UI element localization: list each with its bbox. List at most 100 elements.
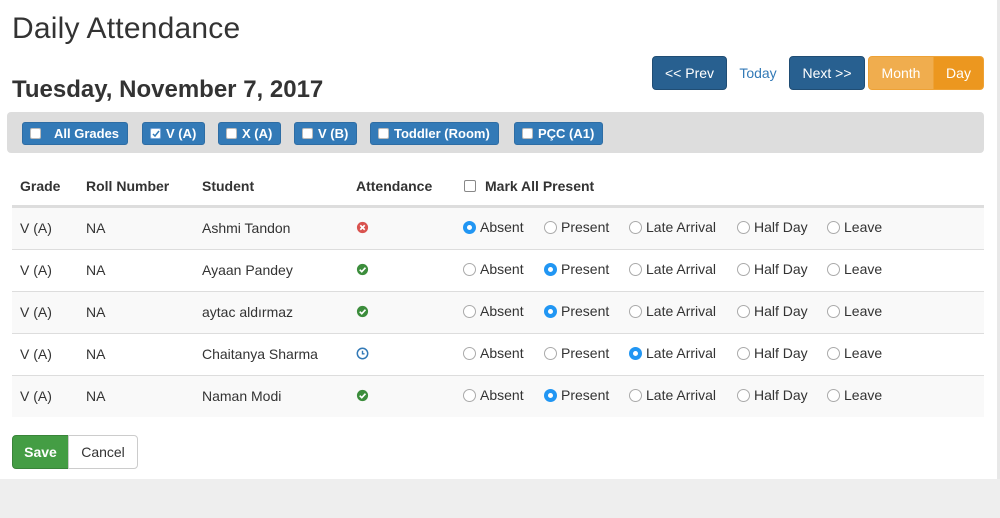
cell-grade: V (A) [20,262,52,278]
cell-grade: V (A) [20,304,52,320]
radio-label: Leave [844,303,883,319]
radio-button-icon[interactable] [737,346,750,360]
mark-all-label: Mark All Present [485,178,595,194]
save-button[interactable]: Save [12,435,69,469]
radio-button-icon[interactable] [629,304,642,318]
radio-late-arrival[interactable]: Late Arrival [629,387,716,403]
filter-v-a[interactable]: V (A) [142,122,206,145]
filter-label: PÇC (A1) [538,126,595,141]
checkbox-icon[interactable] [378,128,389,139]
radio-leave[interactable]: Leave [827,303,882,319]
radio-button-icon[interactable] [629,262,642,276]
cell-roll-number: NA [86,388,106,404]
radio-button-icon[interactable] [737,388,750,402]
radio-half-day[interactable]: Half Day [737,345,808,361]
radio-present[interactable]: Present [544,219,609,235]
radio-half-day[interactable]: Half Day [737,219,808,235]
filter-x-a[interactable]: X (A) [218,122,282,145]
header-grade: Grade [20,178,61,194]
radio-half-day[interactable]: Half Day [737,303,808,319]
month-view-button[interactable]: Month [868,56,934,90]
radio-button-icon[interactable] [463,346,476,360]
radio-label: Leave [844,387,883,403]
radio-label: Absent [480,261,524,277]
cell-student: Ayaan Pandey [202,262,293,278]
radio-button-icon[interactable] [827,388,840,402]
radio-label: Half Day [754,387,808,403]
radio-button-icon[interactable] [827,262,840,276]
radio-button-icon[interactable] [463,220,476,234]
cell-student: Chaitanya Sharma [202,346,318,362]
clock-icon [356,347,369,360]
today-button[interactable]: Today [730,56,786,90]
radio-half-day[interactable]: Half Day [737,387,808,403]
checkbox-icon[interactable] [226,128,237,139]
radio-leave[interactable]: Leave [827,261,882,277]
cancel-button[interactable]: Cancel [68,435,138,469]
filter-toddler-room[interactable]: Toddler (Room) [370,122,499,145]
filter-v-b[interactable]: V (B) [294,122,358,145]
table-row: V (A) NA aytac aldırmaz Absent Present Late A… [12,291,984,333]
radio-absent[interactable]: Absent [463,219,524,235]
checkbox-icon[interactable] [150,128,161,139]
cell-grade: V (A) [20,388,52,404]
radio-button-icon[interactable] [544,304,557,318]
radio-late-arrival[interactable]: Late Arrival [629,303,716,319]
prev-button[interactable]: << Prev [652,56,727,90]
day-view-button[interactable]: Day [934,56,984,90]
radio-label: Absent [480,219,524,235]
radio-leave[interactable]: Leave [827,219,882,235]
radio-late-arrival[interactable]: Late Arrival [629,219,716,235]
mark-all-checkbox[interactable] [464,180,476,192]
radio-button-icon[interactable] [737,220,750,234]
radio-late-arrival[interactable]: Late Arrival [629,345,716,361]
radio-label: Late Arrival [646,261,717,277]
cell-roll-number: NA [86,220,106,236]
radio-button-icon[interactable] [827,220,840,234]
view-toggle: Month Day [868,56,984,90]
checkbox-icon[interactable] [30,128,41,139]
filter-all-grades[interactable]: All Grades [22,122,129,145]
radio-present[interactable]: Present [544,303,609,319]
radio-absent[interactable]: Absent [463,303,524,319]
radio-present[interactable]: Present [544,261,609,277]
attendance-table: Grade Roll Number Student Attendance Mar… [12,166,984,417]
date-heading: Tuesday, November 7, 2017 [12,76,324,103]
radio-button-icon[interactable] [463,262,476,276]
check-circle-icon [356,389,369,402]
radio-button-icon[interactable] [629,220,642,234]
radio-button-icon[interactable] [629,346,642,360]
checkbox-icon[interactable] [302,128,313,139]
radio-button-icon[interactable] [463,388,476,402]
filter-pcc-a1[interactable]: PÇC (A1) [514,122,604,145]
radio-absent[interactable]: Absent [463,261,524,277]
radio-button-icon[interactable] [827,346,840,360]
radio-absent[interactable]: Absent [463,387,524,403]
next-button[interactable]: Next >> [789,56,865,90]
radio-label: Present [561,387,610,403]
radio-label: Late Arrival [646,303,717,319]
radio-button-icon[interactable] [629,388,642,402]
filter-label: X (A) [242,126,273,141]
radio-present[interactable]: Present [544,345,609,361]
radio-button-icon[interactable] [544,346,557,360]
radio-button-icon[interactable] [737,304,750,318]
radio-button-icon[interactable] [544,262,557,276]
mark-all-present[interactable]: Mark All Present [464,178,594,194]
radio-absent[interactable]: Absent [463,345,524,361]
radio-button-icon[interactable] [544,220,557,234]
radio-present[interactable]: Present [544,387,609,403]
radio-half-day[interactable]: Half Day [737,261,808,277]
filter-label: All Grades [54,126,120,141]
checkbox-icon[interactable] [522,128,533,139]
radio-button-icon[interactable] [827,304,840,318]
radio-button-icon[interactable] [544,388,557,402]
table-row: V (A) NA Ashmi Tandon Absent Present Late Arr… [12,207,984,249]
radio-label: Half Day [754,345,808,361]
radio-button-icon[interactable] [737,262,750,276]
radio-late-arrival[interactable]: Late Arrival [629,261,716,277]
radio-button-icon[interactable] [463,304,476,318]
cell-student: Ashmi Tandon [202,220,291,236]
radio-leave[interactable]: Leave [827,387,882,403]
radio-leave[interactable]: Leave [827,345,882,361]
